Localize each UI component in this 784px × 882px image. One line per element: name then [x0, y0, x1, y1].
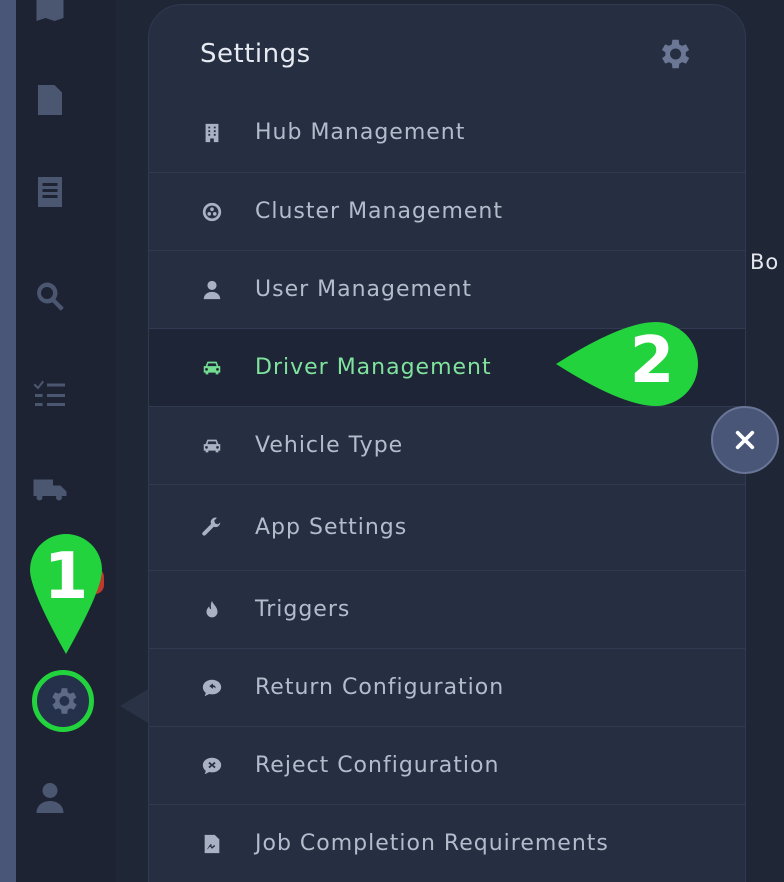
panel-pointer: [120, 688, 150, 724]
cluster-icon: [200, 200, 224, 224]
menu-item-label: Job Completion Requirements: [255, 831, 609, 856]
checklist-icon[interactable]: [30, 374, 70, 414]
menu-item-label: Reject Configuration: [255, 753, 500, 778]
receipt-icon[interactable]: [30, 172, 70, 212]
menu-item-label: Driver Management: [255, 355, 492, 380]
truck-icon[interactable]: [30, 470, 70, 510]
signature-icon: [200, 832, 224, 856]
menu-item-label: App Settings: [255, 515, 408, 540]
fire-icon: [200, 598, 224, 622]
settings-menu: Hub Management Cluster Management User M…: [149, 93, 745, 882]
menu-item-cluster-management[interactable]: Cluster Management: [149, 173, 745, 251]
menu-item-hub-management[interactable]: Hub Management: [149, 93, 745, 173]
menu-item-user-management[interactable]: User Management: [149, 251, 745, 329]
menu-item-job-completion-requirements[interactable]: Job Completion Requirements: [149, 805, 745, 882]
menu-item-vehicle-type[interactable]: Vehicle Type: [149, 407, 745, 485]
rail-edge: [0, 0, 16, 882]
menu-item-app-settings[interactable]: App Settings: [149, 485, 745, 571]
menu-item-label: Return Configuration: [255, 675, 505, 700]
settings-icon: [52, 688, 77, 714]
step-2-callout: 2: [552, 320, 700, 408]
map-icon[interactable]: [30, 0, 70, 26]
user-icon[interactable]: [30, 778, 70, 818]
menu-item-triggers[interactable]: Triggers: [149, 571, 745, 649]
menu-item-return-configuration[interactable]: Return Configuration: [149, 649, 745, 727]
edit-document-icon[interactable]: [30, 80, 70, 120]
menu-item-label: User Management: [255, 277, 473, 302]
car-icon: [200, 434, 224, 458]
close-icon: [735, 430, 755, 450]
menu-item-label: Cluster Management: [255, 199, 504, 224]
wrench-icon: [200, 516, 224, 540]
menu-item-label: Vehicle Type: [255, 433, 404, 458]
user-icon: [200, 278, 224, 302]
search-icon[interactable]: [30, 276, 70, 316]
step-2-number: 2: [629, 324, 675, 398]
gear-icon: [655, 35, 693, 73]
menu-item-reject-configuration[interactable]: Reject Configuration: [149, 727, 745, 805]
return-chat-icon: [200, 676, 224, 700]
step-1-number: 1: [43, 540, 89, 614]
left-nav-rail: [16, 0, 116, 882]
background-heading-fragment: Bo: [750, 250, 780, 274]
settings-rail-button[interactable]: [32, 670, 94, 732]
menu-item-label: Triggers: [255, 597, 351, 622]
panel-title: Settings: [200, 39, 311, 69]
car-icon: [200, 356, 224, 380]
settings-panel: Settings Hub Management Cluster Manageme…: [148, 4, 746, 882]
menu-item-label: Hub Management: [255, 120, 466, 145]
close-button[interactable]: [711, 406, 779, 474]
building-icon: [200, 121, 224, 145]
reject-chat-icon: [200, 754, 224, 778]
step-1-callout: 1: [28, 532, 104, 656]
